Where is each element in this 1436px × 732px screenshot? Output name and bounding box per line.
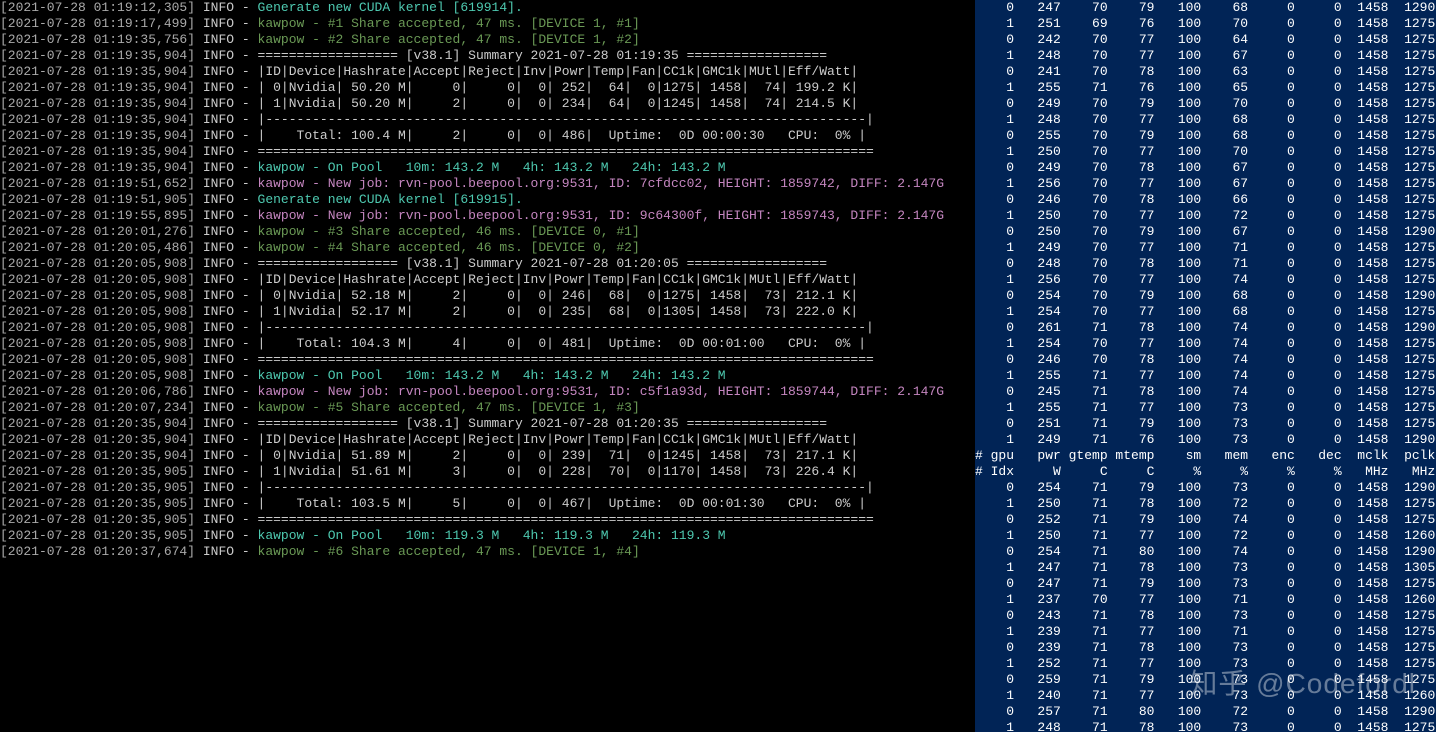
gpu-stat-row: 0 239 71 78 100 73 0 0 1458 1275 (975, 640, 1436, 656)
log-line: [2021-07-28 01:19:51,905] INFO - Generat… (0, 192, 975, 208)
log-line: [2021-07-28 01:20:05,908] INFO - |ID|Dev… (0, 272, 975, 288)
gpu-stat-row: 0 250 70 79 100 67 0 0 1458 1290 (975, 224, 1436, 240)
gpu-stat-row: 1 247 71 78 100 73 0 0 1458 1305 (975, 560, 1436, 576)
gpu-stat-row: 1 250 70 77 100 72 0 0 1458 1275 (975, 208, 1436, 224)
log-line: [2021-07-28 01:20:05,908] INFO - =======… (0, 352, 975, 368)
gpu-stat-row: 0 254 70 79 100 68 0 0 1458 1290 (975, 288, 1436, 304)
gpu-stat-row: 0 254 71 79 100 73 0 0 1458 1290 (975, 480, 1436, 496)
gpu-stat-row: 1 255 71 77 100 73 0 0 1458 1275 (975, 400, 1436, 416)
log-line: [2021-07-28 01:20:07,234] INFO - kawpow … (0, 400, 975, 416)
gpu-stat-row: 0 254 71 80 100 74 0 0 1458 1290 (975, 544, 1436, 560)
gpu-stat-row: 0 255 70 79 100 68 0 0 1458 1275 (975, 128, 1436, 144)
log-line: [2021-07-28 01:20:06,786] INFO - kawpow … (0, 384, 975, 400)
gpu-stat-row: 0 251 71 79 100 73 0 0 1458 1275 (975, 416, 1436, 432)
gpu-stat-row: 1 249 71 76 100 73 0 0 1458 1290 (975, 432, 1436, 448)
gpu-stat-row: 0 261 71 78 100 74 0 0 1458 1290 (975, 320, 1436, 336)
gpu-stat-row: 1 248 70 77 100 68 0 0 1458 1275 (975, 112, 1436, 128)
log-line: [2021-07-28 01:20:05,908] INFO - | Total… (0, 336, 975, 352)
log-line: [2021-07-28 01:19:35,904] INFO - | Total… (0, 128, 975, 144)
log-line: [2021-07-28 01:20:35,905] INFO - kawpow … (0, 528, 975, 544)
log-line: [2021-07-28 01:19:35,904] INFO - =======… (0, 48, 975, 64)
log-line: [2021-07-28 01:20:35,904] INFO - =======… (0, 416, 975, 432)
log-line: [2021-07-28 01:20:05,908] INFO - =======… (0, 256, 975, 272)
log-line: [2021-07-28 01:20:35,905] INFO - | Total… (0, 496, 975, 512)
log-line: [2021-07-28 01:20:05,486] INFO - kawpow … (0, 240, 975, 256)
gpu-stat-row: 1 254 70 77 100 68 0 0 1458 1275 (975, 304, 1436, 320)
gpu-stat-row: 0 247 71 79 100 73 0 0 1458 1275 (975, 576, 1436, 592)
log-line: [2021-07-28 01:20:05,908] INFO - kawpow … (0, 368, 975, 384)
log-line: [2021-07-28 01:19:35,904] INFO - kawpow … (0, 160, 975, 176)
gpu-table-header-units: # Idx W C C % % % % MHz MHz (975, 464, 1436, 480)
log-line: [2021-07-28 01:20:37,674] INFO - kawpow … (0, 544, 975, 560)
gpu-stat-row: 0 257 71 80 100 72 0 0 1458 1290 (975, 704, 1436, 720)
gpu-stat-row: 0 247 70 79 100 68 0 0 1458 1290 (975, 0, 1436, 16)
log-line: [2021-07-28 01:19:35,904] INFO - |ID|Dev… (0, 64, 975, 80)
gpu-stat-row: 0 243 71 78 100 73 0 0 1458 1275 (975, 608, 1436, 624)
log-line: [2021-07-28 01:19:55,895] INFO - kawpow … (0, 208, 975, 224)
log-line: [2021-07-28 01:19:51,652] INFO - kawpow … (0, 176, 975, 192)
gpu-stat-row: 1 250 71 78 100 72 0 0 1458 1275 (975, 496, 1436, 512)
gpu-stat-row: 0 246 70 78 100 66 0 0 1458 1275 (975, 192, 1436, 208)
gpu-stat-row: 0 249 70 79 100 70 0 0 1458 1275 (975, 96, 1436, 112)
log-line: [2021-07-28 01:20:05,908] INFO - | 1|Nvi… (0, 304, 975, 320)
gpu-stat-row: 1 237 70 77 100 71 0 0 1458 1260 (975, 592, 1436, 608)
gpu-stat-row: 0 259 71 79 100 73 0 0 1458 1275 (975, 672, 1436, 688)
gpu-stat-row: 0 252 71 79 100 74 0 0 1458 1275 (975, 512, 1436, 528)
gpu-stat-row: 1 248 71 78 100 73 0 0 1458 1275 (975, 720, 1436, 732)
log-line: [2021-07-28 01:19:35,904] INFO - | 1|Nvi… (0, 96, 975, 112)
miner-log-terminal[interactable]: [2021-07-28 01:19:12,305] INFO - Generat… (0, 0, 975, 732)
log-line: [2021-07-28 01:20:35,905] INFO - |------… (0, 480, 975, 496)
gpu-stat-row: 0 245 71 78 100 74 0 0 1458 1275 (975, 384, 1436, 400)
gpu-stat-row: 1 255 71 76 100 65 0 0 1458 1275 (975, 80, 1436, 96)
gpu-stat-row: 0 249 70 78 100 67 0 0 1458 1275 (975, 160, 1436, 176)
log-line: [2021-07-28 01:20:35,905] INFO - =======… (0, 512, 975, 528)
gpu-stat-row: 1 248 70 77 100 67 0 0 1458 1275 (975, 48, 1436, 64)
log-line: [2021-07-28 01:19:35,904] INFO - =======… (0, 144, 975, 160)
log-line: [2021-07-28 01:20:01,276] INFO - kawpow … (0, 224, 975, 240)
gpu-stat-row: 1 240 71 77 100 73 0 0 1458 1260 (975, 688, 1436, 704)
gpu-table-header: # gpu pwr gtemp mtemp sm mem enc dec mcl… (975, 448, 1436, 464)
log-line: [2021-07-28 01:19:35,756] INFO - kawpow … (0, 32, 975, 48)
log-line: [2021-07-28 01:20:35,905] INFO - | 1|Nvi… (0, 464, 975, 480)
log-line: [2021-07-28 01:19:35,904] INFO - | 0|Nvi… (0, 80, 975, 96)
gpu-stat-row: 1 250 70 77 100 70 0 0 1458 1275 (975, 144, 1436, 160)
gpu-stat-row: 1 239 71 77 100 71 0 0 1458 1275 (975, 624, 1436, 640)
log-line: [2021-07-28 01:20:35,904] INFO - |ID|Dev… (0, 432, 975, 448)
gpu-stat-row: 1 249 70 77 100 71 0 0 1458 1275 (975, 240, 1436, 256)
log-line: [2021-07-28 01:20:35,904] INFO - | 0|Nvi… (0, 448, 975, 464)
gpu-stat-row: 0 241 70 78 100 63 0 0 1458 1275 (975, 64, 1436, 80)
gpu-stat-row: 1 256 70 77 100 74 0 0 1458 1275 (975, 272, 1436, 288)
log-line: [2021-07-28 01:19:17,499] INFO - kawpow … (0, 16, 975, 32)
log-line: [2021-07-28 01:19:12,305] INFO - Generat… (0, 0, 975, 16)
log-line: [2021-07-28 01:20:05,908] INFO - |------… (0, 320, 975, 336)
log-line: [2021-07-28 01:20:05,908] INFO - | 0|Nvi… (0, 288, 975, 304)
gpu-stat-row: 1 252 71 77 100 73 0 0 1458 1275 (975, 656, 1436, 672)
gpu-stat-row: 1 255 71 77 100 74 0 0 1458 1275 (975, 368, 1436, 384)
gpu-stat-row: 1 254 70 77 100 74 0 0 1458 1275 (975, 336, 1436, 352)
gpu-stat-row: 1 250 71 77 100 72 0 0 1458 1260 (975, 528, 1436, 544)
log-line: [2021-07-28 01:19:35,904] INFO - |------… (0, 112, 975, 128)
gpu-stat-row: 1 256 70 77 100 67 0 0 1458 1275 (975, 176, 1436, 192)
gpu-stat-row: 0 242 70 77 100 64 0 0 1458 1275 (975, 32, 1436, 48)
gpu-stat-row: 0 248 70 78 100 71 0 0 1458 1275 (975, 256, 1436, 272)
gpu-stat-row: 0 246 70 78 100 74 0 0 1458 1275 (975, 352, 1436, 368)
gpu-monitor-terminal[interactable]: 0 247 70 79 100 68 0 0 1458 1290 1 251 6… (975, 0, 1436, 732)
gpu-stat-row: 1 251 69 76 100 70 0 0 1458 1275 (975, 16, 1436, 32)
